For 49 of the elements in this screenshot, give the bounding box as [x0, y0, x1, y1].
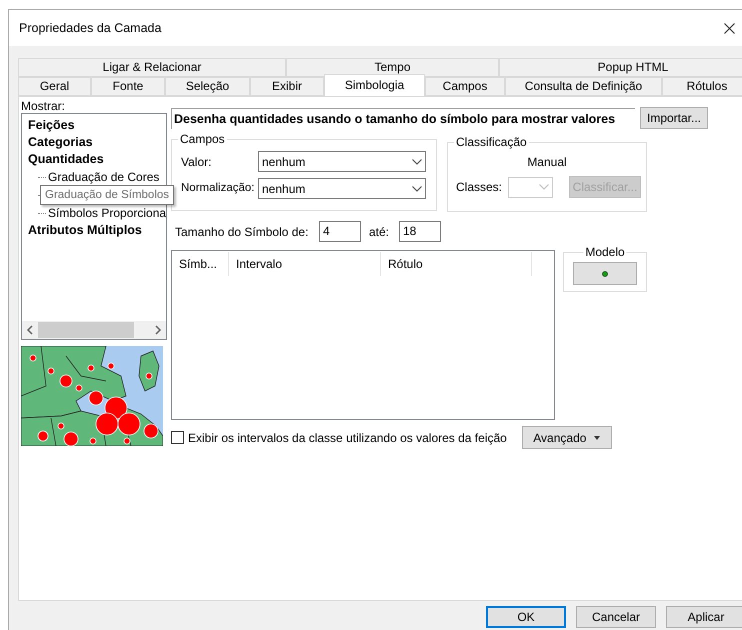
size-to-label: até:: [369, 224, 390, 240]
chevron-down-icon: [539, 184, 550, 190]
column-header[interactable]: Rótulo: [381, 252, 532, 276]
import-button[interactable]: Importar...: [640, 107, 708, 129]
tree-item[interactable]: Símbolos Proporciona: [46, 204, 166, 222]
normalization-dropdown[interactable]: nenhum: [258, 178, 426, 199]
tab[interactable]: Ligar & Relacionar: [18, 58, 286, 77]
dialog-button[interactable]: Aplicar: [666, 606, 742, 628]
chevron-down-icon: [412, 158, 422, 164]
tree-item[interactable]: Quantidades: [28, 151, 166, 168]
horizontal-scrollbar[interactable]: [22, 321, 166, 339]
method-text: Manual: [527, 154, 567, 171]
chevron-down-icon: [412, 186, 422, 192]
tree-item[interactable]: Feições: [28, 117, 166, 134]
tab[interactable]: Campos: [425, 77, 505, 96]
show-label: Mostrar:: [21, 99, 66, 113]
dialog-button[interactable]: Cancelar: [576, 606, 656, 628]
advanced-button[interactable]: Avançado: [522, 426, 612, 449]
tab[interactable]: Popup HTML: [499, 58, 742, 77]
dialog-button[interactable]: OK: [486, 606, 566, 628]
column-header[interactable]: Intervalo: [229, 252, 381, 276]
group-title: Classificação: [454, 134, 529, 150]
tab[interactable]: Simbologia: [324, 74, 425, 96]
tree-item[interactable]: Graduação de Cores: [46, 168, 160, 186]
dropdown-arrow-icon: [594, 436, 600, 440]
tab[interactable]: Geral: [18, 77, 91, 96]
tab[interactable]: Consulta de Definição: [505, 77, 662, 96]
tab[interactable]: Fonte: [91, 77, 165, 96]
tab[interactable]: Seleção: [165, 77, 250, 96]
column-header[interactable]: Símb...: [172, 252, 229, 276]
size-to-field[interactable]: 18: [399, 221, 441, 242]
checkbox-label: Exibir os intervalos da classe utilizando os valores da feição: [188, 430, 507, 446]
value-label: Valor:: [181, 154, 212, 170]
window-title: Propriedades da Camada: [19, 20, 162, 37]
tab[interactable]: Tempo: [286, 58, 499, 77]
normalization-label: Normalização:: [181, 180, 256, 196]
tab[interactable]: Exibir: [250, 77, 324, 96]
classes-label: Classes:: [456, 179, 502, 196]
value-dropdown[interactable]: nenhum: [258, 151, 426, 172]
point-symbol-icon: [602, 270, 608, 276]
tree-item[interactable]: Categorias: [28, 134, 166, 151]
symbol-size-label: Tamanho do Símbolo de:: [174, 224, 310, 240]
checkbox[interactable]: [171, 431, 184, 444]
size-from-field[interactable]: 4: [319, 221, 361, 242]
close-icon: [724, 22, 734, 34]
tooltip: Graduação de Símbolos: [40, 185, 174, 205]
description-text: Desenha quantidades usando o tamanho do símbolo para mostrar valores: [171, 108, 635, 128]
tree-item[interactable]: Atributos Múltiplos: [28, 222, 166, 239]
tab[interactable]: Rótulos: [662, 77, 742, 96]
